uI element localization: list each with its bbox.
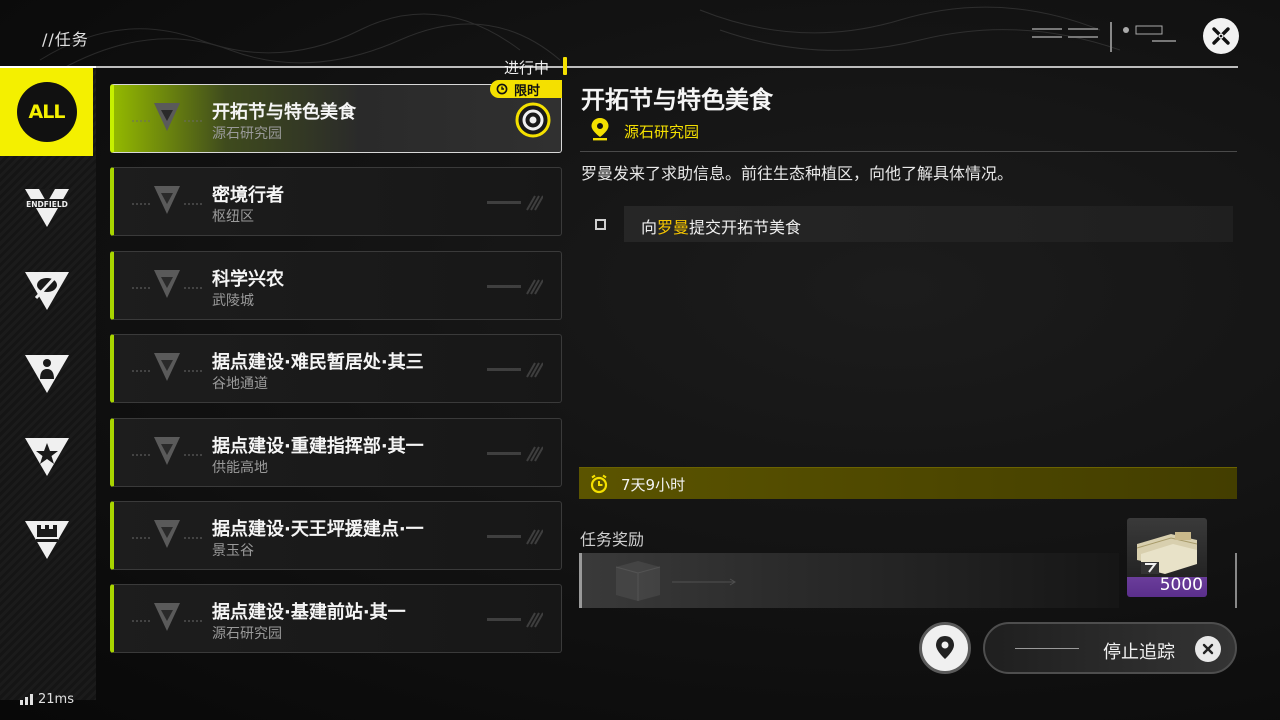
category-rail: ALL ENDFIELD [0, 68, 96, 700]
mission-region: 源石研究园 [212, 126, 282, 142]
detail-divider [580, 151, 1237, 152]
mission-region: 谷地通道 [212, 376, 268, 392]
objective-row: 向罗曼提交开拓节美食 [580, 206, 1233, 242]
mission-region: 景玉谷 [212, 543, 254, 559]
objective-text: 向罗曼提交开拓节美食 [641, 214, 801, 238]
mission-region: 源石研究园 [212, 626, 282, 642]
mission-title: 据点建设·难民暂居处·其三 [212, 352, 424, 373]
mission-card[interactable]: 据点建设·基建前站·其一源石研究园 [110, 584, 562, 653]
mission-decor-code [487, 612, 543, 628]
mission-emblem-icon [132, 353, 202, 381]
time-remaining-text: 7天9小时 [621, 476, 686, 494]
close-button[interactable] [1203, 18, 1239, 54]
currency-bundle-icon [1136, 532, 1198, 574]
hud-decoration [1032, 22, 1176, 52]
mission-card[interactable]: 据点建设·难民暂居处·其三谷地通道 [110, 334, 562, 403]
clock-icon [496, 83, 508, 95]
in-progress-marker [563, 57, 567, 75]
category-endfield[interactable]: ENDFIELD [0, 164, 93, 252]
header-divider [0, 66, 1238, 68]
objective-npc-name: 罗曼 [657, 218, 690, 237]
star-icon [24, 438, 69, 476]
mission-decor-code [487, 529, 543, 545]
category-star[interactable] [0, 413, 93, 501]
stop-tracking-deco-line [1015, 648, 1079, 649]
tracking-target-icon[interactable] [514, 101, 552, 139]
mission-title: 密境行者 [212, 185, 284, 206]
building-icon [24, 521, 69, 559]
detail-description: 罗曼发来了求助信息。前往生态种植区，向他了解具体情况。 [581, 164, 1014, 183]
category-all-label: ALL [16, 82, 77, 142]
mission-title: 据点建设·天王坪援建点·一 [212, 519, 424, 540]
category-all[interactable]: ALL [0, 68, 93, 156]
objective-suffix: 提交开拓节美食 [689, 218, 802, 237]
time-remaining-bar: 7天9小时 [579, 467, 1237, 499]
detail-location: 源石研究园 [624, 123, 700, 141]
mission-title: 科学兴农 [212, 269, 284, 290]
detail-title: 开拓节与特色美食 [581, 86, 773, 114]
mission-emblem-icon [132, 603, 202, 631]
mission-emblem-icon [132, 270, 202, 298]
reward-strip-end [1235, 553, 1237, 608]
category-blade[interactable] [0, 247, 93, 335]
stop-tracking-label: 停止追踪 [1103, 642, 1175, 663]
mission-card[interactable]: 据点建设·重建指挥部·其一供能高地 [110, 418, 562, 487]
reward-strip [579, 553, 1119, 608]
mission-emblem-icon [132, 437, 202, 465]
mission-emblem-icon [132, 103, 202, 131]
objective-prefix: 向 [641, 218, 658, 237]
mission-decor-code [487, 362, 543, 378]
reward-crate-icon [615, 561, 736, 601]
endfield-icon: ENDFIELD [23, 189, 70, 227]
mission-card[interactable]: 据点建设·天王坪援建点·一景玉谷 [110, 501, 562, 570]
mission-title: 开拓节与特色美食 [212, 102, 356, 123]
timer-icon [590, 474, 608, 494]
limited-badge: 限时 [490, 80, 562, 99]
mission-card[interactable]: 密境行者 枢纽区 [110, 167, 562, 236]
mission-emblem-icon [132, 186, 202, 214]
reward-label: 任务奖励 [580, 530, 645, 549]
mission-title: 据点建设·重建指挥部·其一 [212, 436, 424, 457]
stop-tracking-close-icon [1195, 636, 1221, 662]
network-status: 21ms [20, 692, 74, 707]
mission-title: 据点建设·基建前站·其一 [212, 602, 406, 623]
map-locate-button[interactable] [919, 622, 971, 674]
mission-emblem-icon [132, 520, 202, 548]
limited-badge-label: 限时 [514, 83, 541, 99]
category-building[interactable] [0, 496, 93, 584]
in-progress-label: 进行中 [504, 58, 550, 77]
signal-icon [20, 694, 33, 705]
category-person[interactable] [0, 330, 93, 418]
mission-decor-code [487, 446, 543, 462]
close-icon [1212, 27, 1230, 45]
reward-quantity: 5000 [1159, 575, 1203, 595]
mission-card[interactable]: 科学兴农 武陵城 [110, 251, 562, 320]
mission-region: 武陵城 [212, 293, 254, 309]
ping-value: 21ms [38, 692, 74, 707]
stop-tracking-button[interactable]: 停止追踪 [983, 622, 1237, 674]
person-icon [24, 355, 69, 393]
breadcrumb: //任务 [42, 30, 89, 49]
mission-region: 供能高地 [212, 460, 268, 476]
reward-item-currency[interactable]: 5000 [1127, 518, 1207, 597]
mission-region: 枢纽区 [212, 209, 254, 225]
objective-checkbox [595, 219, 606, 230]
mission-decor-code [487, 195, 543, 211]
mission-decor-code [487, 279, 543, 295]
map-pin-icon [936, 636, 954, 659]
blade-icon [24, 272, 69, 310]
location-pin-icon [591, 118, 609, 141]
category-endfield-label: ENDFIELD [26, 200, 68, 209]
